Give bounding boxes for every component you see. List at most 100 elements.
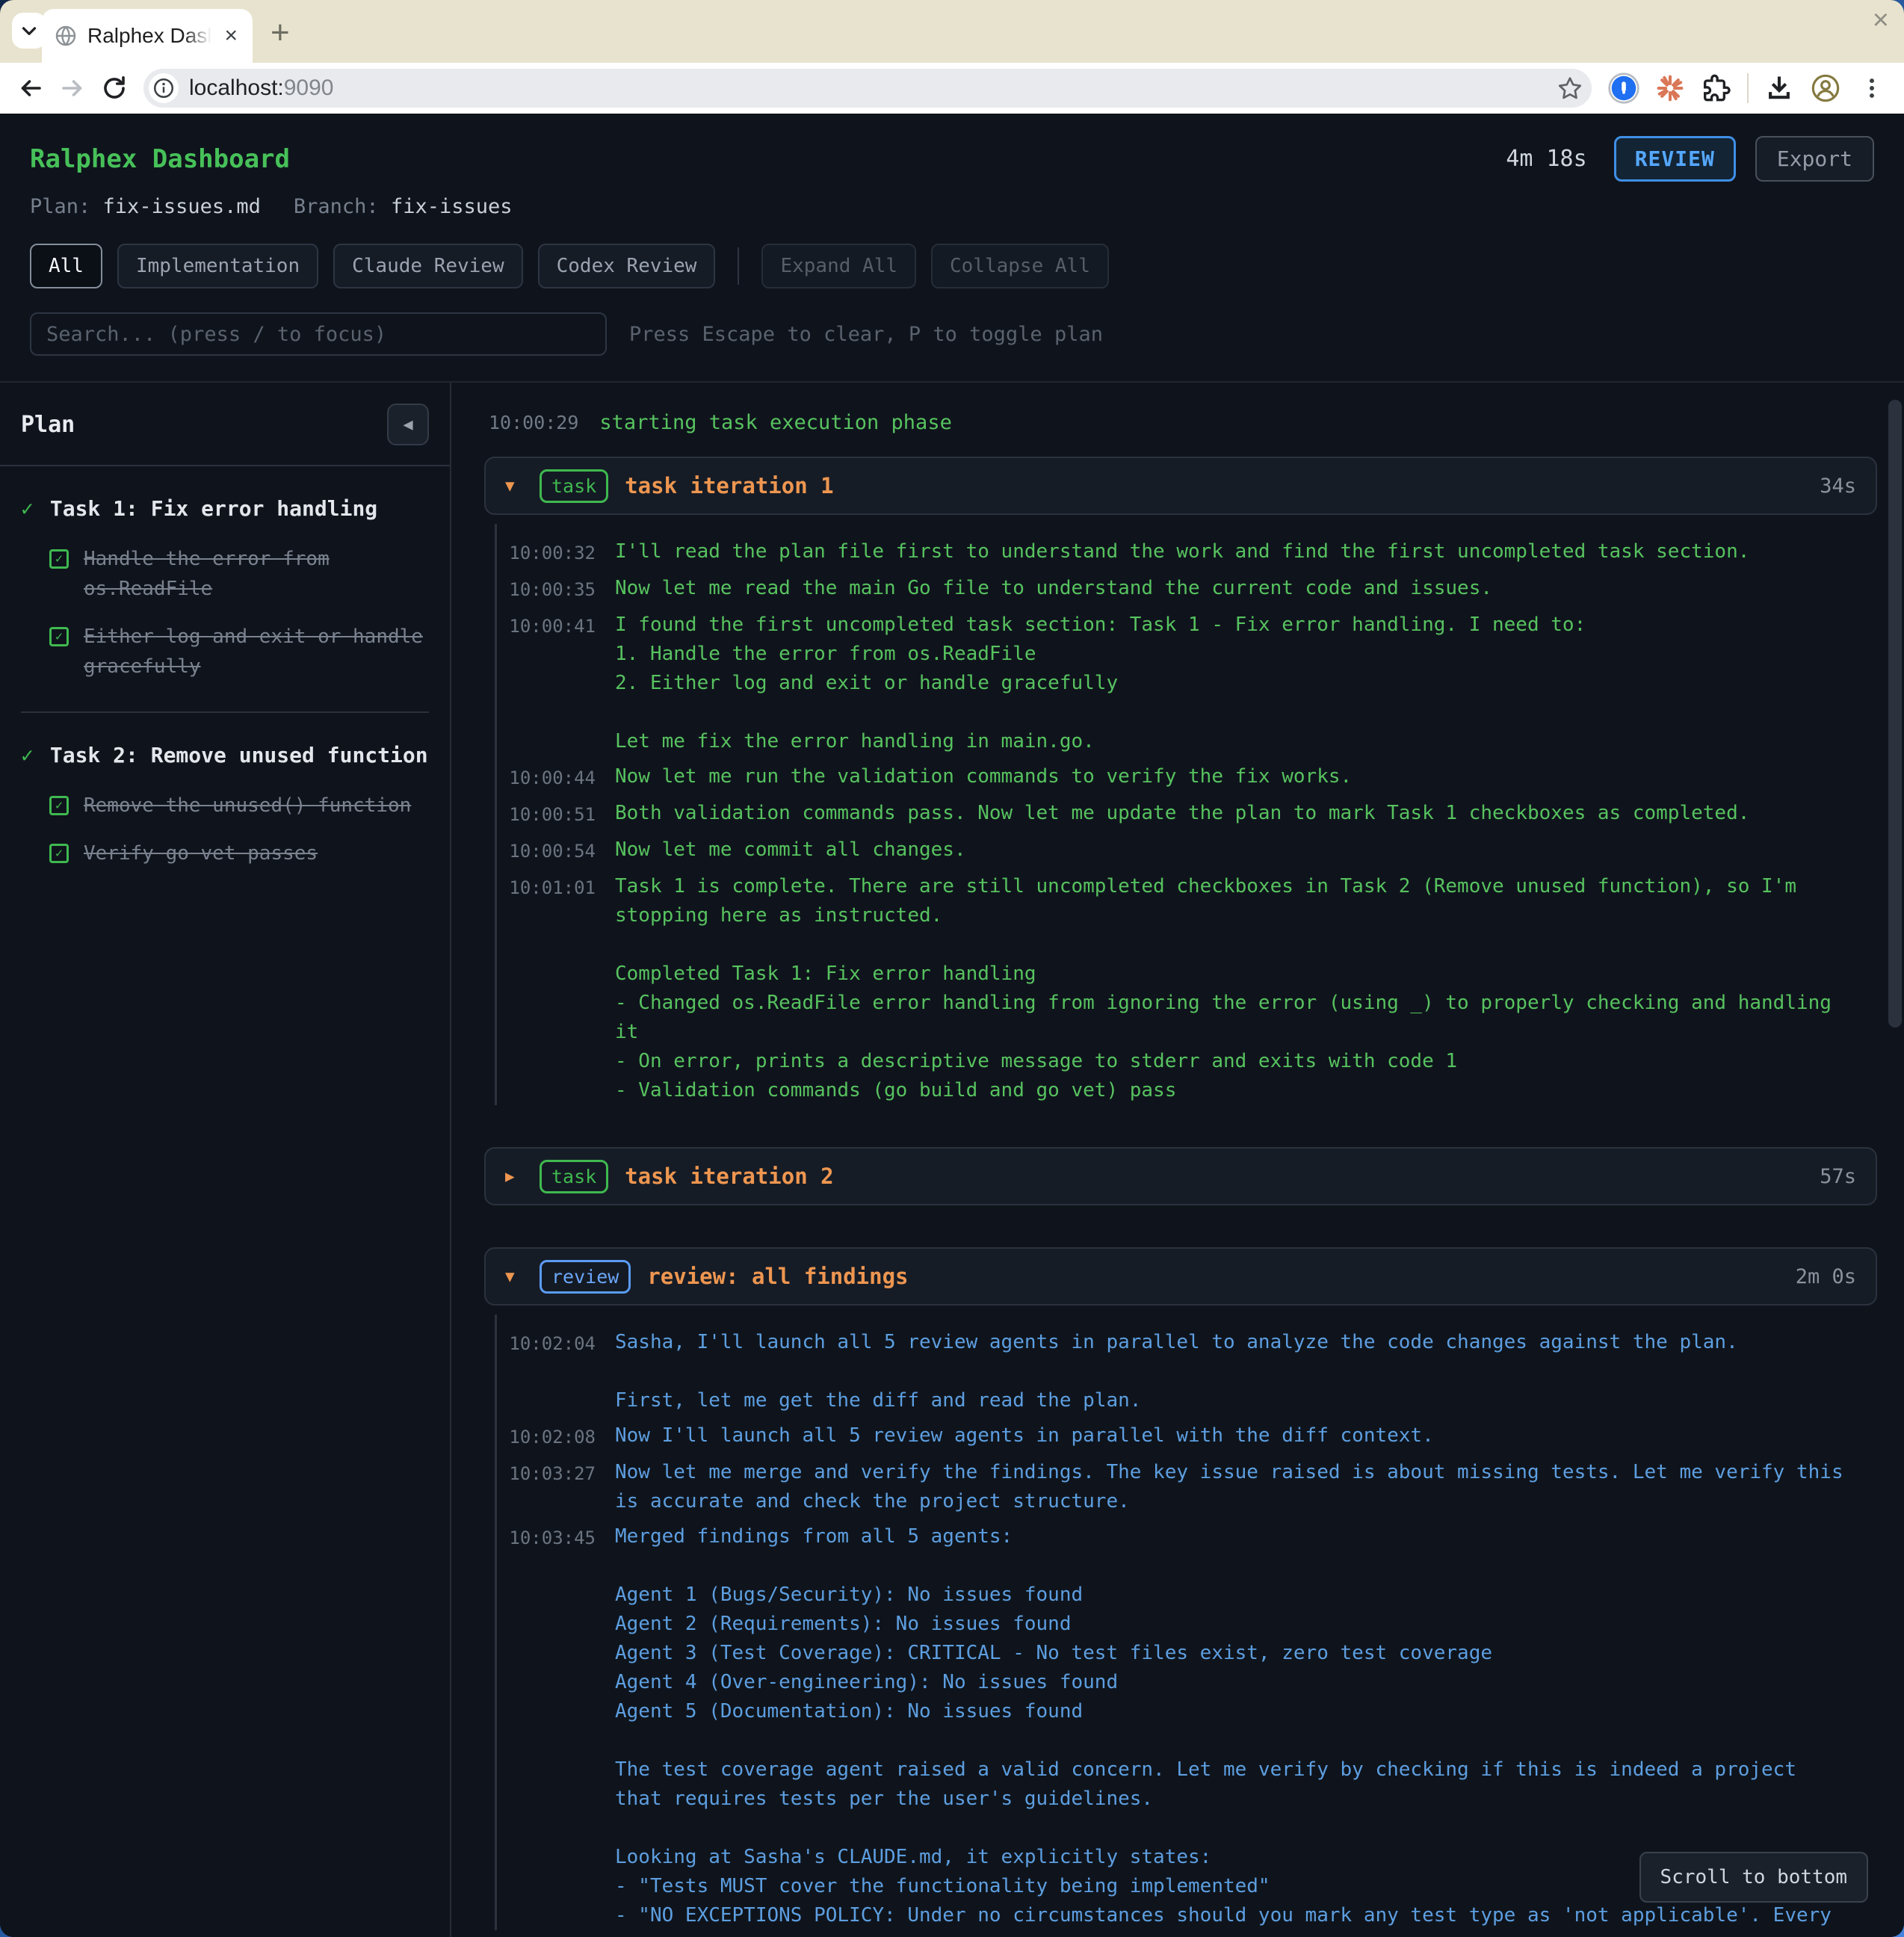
- log-text: Now let me run the validation commands t…: [615, 762, 1848, 791]
- checkbox-checked-icon[interactable]: ✓: [49, 844, 69, 863]
- panel-expanded-arrow-icon[interactable]: ▼: [505, 1267, 523, 1285]
- tab-strip: Ralphex Dashboard - fi × + ×: [0, 0, 1904, 63]
- url-text: localhost:9090: [189, 75, 334, 101]
- log-entry: 10:02:08 Now I'll launch all 5 review ag…: [497, 1421, 1877, 1452]
- panel-task-iteration-2[interactable]: ▶ task task iteration 2 57s: [484, 1147, 1877, 1205]
- address-bar[interactable]: localhost:9090: [143, 69, 1592, 108]
- panel-collapsed-arrow-icon[interactable]: ▶: [505, 1167, 523, 1185]
- task-badge: task: [540, 469, 608, 503]
- search-row: Press Escape to clear, P to toggle plan: [0, 288, 1904, 383]
- list-item: ✓ Remove the unused() function: [49, 791, 429, 821]
- log-text: Sasha, I'll launch all 5 review agents i…: [615, 1328, 1848, 1415]
- window-close-icon[interactable]: ×: [1873, 6, 1889, 34]
- browser-tab[interactable]: Ralphex Dashboard - fi ×: [42, 9, 253, 63]
- panel-task-iteration-1[interactable]: ▼ task task iteration 1 34s: [484, 457, 1877, 515]
- filter-codex-review-button[interactable]: Codex Review: [538, 244, 716, 288]
- panel-title: task iteration 2: [625, 1164, 833, 1189]
- log-entry: 10:00:44 Now let me run the validation c…: [497, 762, 1877, 793]
- panel-expanded-arrow-icon[interactable]: ▼: [505, 477, 523, 495]
- task-item-label: Remove the unused() function: [84, 791, 429, 821]
- panel-review-all-findings[interactable]: ▼ review review: all findings 2m 0s: [484, 1247, 1877, 1306]
- tab-title: Ralphex Dashboard - fi: [87, 24, 211, 48]
- expand-all-button[interactable]: Expand All: [761, 244, 916, 288]
- panel-duration: 2m 0s: [1796, 1265, 1856, 1288]
- log-text: Now let me merge and verify the findings…: [615, 1458, 1848, 1516]
- site-info-icon[interactable]: [149, 73, 179, 103]
- log-text: Both validation commands pass. Now let m…: [615, 799, 1848, 828]
- toolbar-extension-area: [1608, 72, 1891, 104]
- task-2-items: ✓ Remove the unused() function ✓ Verify …: [49, 791, 429, 868]
- menu-kebab-icon[interactable]: [1856, 72, 1888, 104]
- browser-window: Ralphex Dashboard - fi × + × localhost:9…: [0, 0, 1904, 1937]
- log-timestamp: 10:00:41: [497, 611, 596, 641]
- log-timestamp: 10:01:01: [497, 872, 596, 903]
- checkbox-checked-icon[interactable]: ✓: [49, 796, 69, 815]
- list-item: ✓ Handle the error from os.ReadFile: [49, 544, 429, 604]
- elapsed-time: 4m 18s: [1506, 146, 1586, 172]
- log-intro-text: starting task execution phase: [599, 411, 951, 434]
- task-1-title: Task 1: Fix error handling: [50, 495, 377, 523]
- plan-sidebar: Plan ◀ ✓ Task 1: Fix error handling ✓ Ha…: [0, 383, 451, 1937]
- log-entry: 10:01:01 Task 1 is complete. There are s…: [497, 872, 1877, 1105]
- panel-review-content: 10:02:04 Sasha, I'll launch all 5 review…: [495, 1314, 1877, 1930]
- log-timestamp: 10:00:29: [489, 412, 578, 433]
- panel-title: review: all findings: [647, 1264, 908, 1289]
- bookmark-star-icon[interactable]: [1554, 72, 1586, 104]
- log-entry: 10:00:35 Now let me read the main Go fil…: [497, 574, 1877, 605]
- tab-close-icon[interactable]: ×: [221, 23, 241, 49]
- claude-extension-icon[interactable]: [1654, 72, 1686, 104]
- log-timestamp: 10:03:27: [497, 1458, 596, 1489]
- review-button[interactable]: REVIEW: [1614, 136, 1736, 182]
- log-text: I found the first uncompleted task secti…: [615, 611, 1848, 756]
- log-entry: 10:02:04 Sasha, I'll launch all 5 review…: [497, 1328, 1877, 1415]
- panel-duration: 34s: [1820, 475, 1856, 498]
- extensions-puzzle-icon[interactable]: [1701, 72, 1732, 104]
- log-text: Now I'll launch all 5 review agents in p…: [615, 1421, 1848, 1451]
- checkbox-checked-icon[interactable]: ✓: [49, 627, 69, 646]
- branch-info: Branch: fix-issues: [294, 195, 513, 218]
- task-section-2: ✓ Task 2: Remove unused function ✓ Remov…: [21, 741, 429, 868]
- url-host: localhost:: [189, 75, 284, 100]
- log-timestamp: 10:02:04: [497, 1328, 596, 1359]
- export-button[interactable]: Export: [1755, 136, 1874, 182]
- sidebar-title: Plan: [21, 412, 75, 438]
- log-text: Now let me commit all changes.: [615, 835, 1848, 865]
- collapse-arrow-icon: ◀: [403, 415, 412, 434]
- task-section-1: ✓ Task 1: Fix error handling ✓ Handle th…: [21, 495, 429, 713]
- branch-value: fix-issues: [391, 195, 513, 218]
- sidebar-divider: [0, 465, 450, 466]
- branch-label: Branch:: [294, 195, 379, 218]
- profile-icon[interactable]: [1810, 72, 1841, 104]
- log-text: Now let me read the main Go file to unde…: [615, 574, 1848, 603]
- filter-all-button[interactable]: All: [30, 244, 102, 288]
- task-1-header: ✓ Task 1: Fix error handling: [21, 495, 429, 523]
- filter-claude-review-button[interactable]: Claude Review: [333, 244, 523, 288]
- sidebar-collapse-button[interactable]: ◀: [387, 404, 429, 445]
- downloads-icon[interactable]: [1764, 72, 1795, 104]
- forward-icon[interactable]: [55, 71, 90, 105]
- new-tab-button[interactable]: +: [271, 16, 290, 49]
- log-entry: 10:00:41 I found the first uncompleted t…: [497, 611, 1877, 756]
- reload-icon[interactable]: [97, 71, 132, 105]
- search-input[interactable]: [30, 312, 607, 356]
- log-intro-line: 10:00:29 starting task execution phase: [489, 411, 1877, 434]
- plan-label: Plan:: [30, 195, 90, 218]
- log-timestamp: 10:00:51: [497, 799, 596, 830]
- collapse-all-button[interactable]: Collapse All: [931, 244, 1109, 288]
- page-scrollbar-thumb[interactable]: [1888, 400, 1902, 1028]
- filter-separator: [738, 247, 739, 285]
- log-entry: 10:00:32 I'll read the plan file first t…: [497, 537, 1877, 568]
- log-entry: 10:00:51 Both validation commands pass. …: [497, 799, 1877, 830]
- log-timestamp: 10:00:44: [497, 762, 596, 793]
- log-timestamp: 10:00:35: [497, 574, 596, 605]
- checkbox-checked-icon[interactable]: ✓: [49, 549, 69, 569]
- plan-info: Plan: fix-issues.md: [30, 195, 261, 218]
- log-timestamp: 10:02:08: [497, 1421, 596, 1452]
- password-manager-icon[interactable]: [1608, 72, 1639, 104]
- back-icon[interactable]: [13, 71, 48, 105]
- scroll-to-bottom-button[interactable]: Scroll to bottom: [1639, 1852, 1868, 1903]
- task-complete-check-icon: ✓: [21, 495, 34, 523]
- filter-implementation-button[interactable]: Implementation: [117, 244, 318, 288]
- page-title: Ralphex Dashboard: [30, 144, 290, 174]
- log-main: 10:00:29 starting task execution phase ▼…: [451, 383, 1904, 1937]
